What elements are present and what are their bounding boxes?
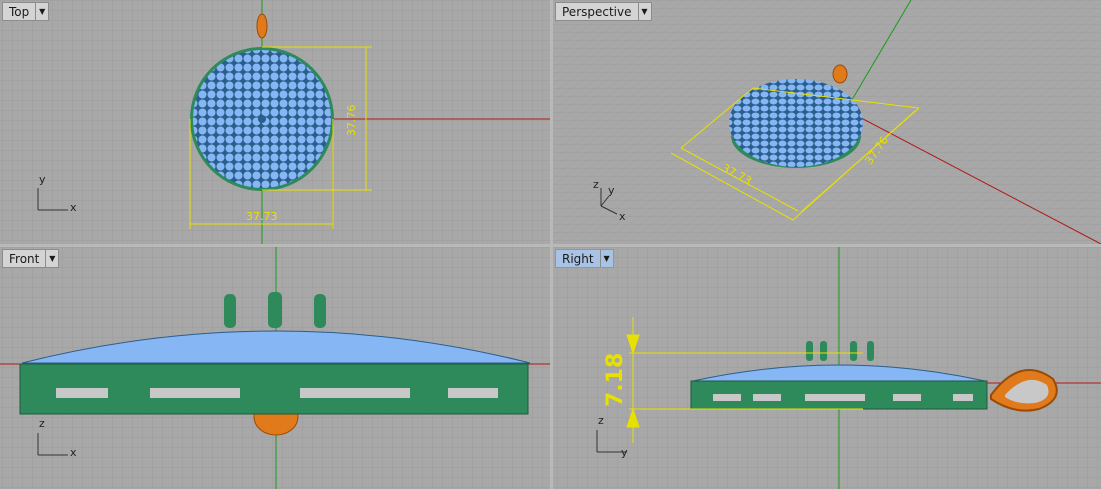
axis-label-z: z xyxy=(593,178,599,191)
viewport-title-label: Front xyxy=(9,252,40,266)
chevron-down-icon[interactable]: ▼ xyxy=(35,3,48,20)
pin xyxy=(820,341,827,361)
viewport-top[interactable]: Top ▼ 37.73 37.76 y x xyxy=(0,0,550,244)
pin xyxy=(806,341,813,361)
pin xyxy=(867,341,874,361)
chevron-down-icon[interactable]: ▼ xyxy=(45,250,58,267)
pin xyxy=(850,341,857,361)
dimension-width: 37.73 xyxy=(246,210,278,223)
pendant-mesh xyxy=(729,79,863,167)
axis-label-x: x xyxy=(70,446,77,459)
viewport-title-label: Top xyxy=(9,5,30,19)
pin xyxy=(268,292,282,328)
chevron-down-icon[interactable]: ▼ xyxy=(637,3,651,20)
viewport-title-right[interactable]: Right ▼ xyxy=(555,249,614,268)
dimension-height: 37.76 xyxy=(345,104,358,137)
viewport-title-label: Right xyxy=(562,252,594,266)
grid-top xyxy=(0,0,550,244)
axis-label-z: z xyxy=(598,414,604,427)
viewport-perspective[interactable]: Perspective ▼ 37.73 37.76 z y x xyxy=(553,0,1101,244)
viewport-title-top[interactable]: Top ▼ xyxy=(2,2,50,21)
bail xyxy=(256,13,268,39)
axis-label-z: z xyxy=(39,417,45,430)
viewport-title-perspective[interactable]: Perspective ▼ xyxy=(555,2,652,21)
axis-label-y: y xyxy=(608,184,615,197)
viewport-front[interactable]: Front ▼ z x xyxy=(0,247,550,489)
pin xyxy=(224,294,236,328)
grid-front xyxy=(0,247,550,489)
grid-perspective xyxy=(553,0,1101,244)
viewport-title-front[interactable]: Front ▼ xyxy=(2,249,60,268)
axis-label-x: x xyxy=(70,201,77,214)
pin xyxy=(314,294,326,328)
dimension-thickness: 7.18 xyxy=(603,352,628,407)
chevron-down-icon[interactable]: ▼ xyxy=(599,250,613,267)
axis-label-y: y xyxy=(39,173,46,186)
bail xyxy=(832,64,848,84)
viewport-right[interactable]: Right ▼ 7.18 z y xyxy=(553,247,1101,489)
axis-label-y: y xyxy=(621,446,628,459)
grid-right xyxy=(553,247,1101,489)
axis-label-x: x xyxy=(619,210,626,223)
viewport-title-label: Perspective xyxy=(562,5,632,19)
